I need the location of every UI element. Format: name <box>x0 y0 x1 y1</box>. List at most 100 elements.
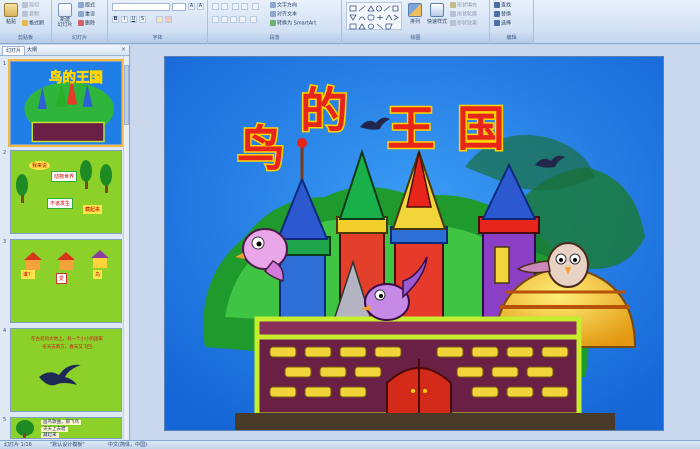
ribbon: 粘贴 剪切 复制 格式刷 剪贴板 新建 幻灯片 版式 重设 删除 幻灯片 A A… <box>0 0 700 44</box>
italic-button[interactable]: I <box>121 16 128 23</box>
line-spacing-icon[interactable] <box>252 3 259 10</box>
paste-label: 粘贴 <box>5 19 16 25</box>
bullets-icon[interactable] <box>212 3 219 10</box>
slide-thumbnail-5[interactable]: 画鸟歌曲，那飞鸟 天天上去唱 藏起来 <box>10 417 122 439</box>
thumbnail-number: 5 <box>3 417 7 423</box>
shapes-gallery-icon <box>349 5 399 30</box>
grow-font-button[interactable]: A <box>188 3 195 10</box>
powerpoint-window: 粘贴 剪切 复制 格式刷 剪贴板 新建 幻灯片 版式 重设 删除 幻灯片 A A… <box>0 0 700 449</box>
text-direction-button[interactable]: 文字方向 <box>270 2 297 10</box>
font-color-icon[interactable] <box>165 16 172 23</box>
align-text-icon <box>270 11 276 17</box>
align-text-button[interactable]: 对齐文本 <box>270 11 297 19</box>
new-slide-button[interactable]: 新建 幻灯片 <box>55 3 75 28</box>
new-slide-icon <box>58 3 72 17</box>
select-button[interactable]: 选择 <box>494 20 511 28</box>
thumbnail-5-tree <box>16 420 34 438</box>
slide-thumbnail-4[interactable]: 在古老的大地上，有一个小小的国家 冬天去南方，春天又飞回 <box>10 328 122 412</box>
cut-button[interactable]: 剪切 <box>22 2 39 10</box>
thumbnail-3-houses <box>24 250 109 270</box>
layout-icon <box>78 2 84 8</box>
highlight-icon[interactable] <box>156 16 163 23</box>
thumbnail-4-swallow <box>39 364 81 386</box>
current-slide[interactable]: 鸟 的 王 国 <box>164 56 664 431</box>
format-painter-button[interactable]: 格式刷 <box>22 20 44 28</box>
arrange-button[interactable]: 排列 <box>406 3 424 25</box>
font-size-combo[interactable] <box>172 3 186 11</box>
slides-group: 新建 幻灯片 版式 重设 删除 幻灯片 <box>52 0 108 44</box>
thumbnail-1-picture: 鸟的王国 <box>11 62 121 144</box>
thumbnail-2-trees <box>16 160 112 203</box>
slide-thumbnail-2[interactable]: 我来说 动物世界 不该发生 藏起来 <box>10 150 122 234</box>
quick-styles-button[interactable]: 快速样式 <box>426 3 448 25</box>
binoculars-icon <box>494 2 500 8</box>
tab-slides[interactable]: 幻灯片 <box>2 46 26 55</box>
drawing-group: 排列 快速样式 形状填充 形状轮廓 形状效果 绘图 <box>342 0 490 44</box>
theme-name: "默认设计模板" <box>50 442 85 448</box>
bold-button[interactable]: B <box>112 16 119 23</box>
decrease-indent-icon[interactable] <box>232 3 239 10</box>
thumbnail-number: 2 <box>3 150 7 156</box>
replace-icon <box>494 11 500 17</box>
shape-effects-button[interactable]: 形状效果 <box>450 20 477 28</box>
shrink-font-button[interactable]: A <box>197 3 204 10</box>
copy-button[interactable]: 复制 <box>22 11 39 19</box>
cursor-icon <box>494 20 500 26</box>
fill-icon <box>450 2 456 8</box>
clipboard-group-label: 剪贴板 <box>0 34 51 43</box>
quick-styles-icon <box>430 3 444 17</box>
copy-icon <box>22 11 28 17</box>
paragraph-group-label: 段落 <box>208 34 341 43</box>
delete-icon <box>78 20 84 26</box>
reset-button[interactable]: 重设 <box>78 11 95 19</box>
align-center-icon[interactable] <box>221 16 228 23</box>
find-button[interactable]: 查找 <box>494 2 511 10</box>
smartart-button[interactable]: 转换为 SmartArt <box>270 20 316 28</box>
close-panel-icon[interactable]: × <box>121 46 126 53</box>
scissors-icon <box>22 2 28 8</box>
editing-group: 查找 替换 选择 编辑 <box>490 0 534 44</box>
shape-outline-button[interactable]: 形状轮廓 <box>450 11 477 19</box>
title-char-1: 鸟 <box>237 121 285 177</box>
numbering-icon[interactable] <box>221 3 228 10</box>
title-char-4: 国 <box>457 101 505 157</box>
panel-tabs: 幻灯片 大纲 × <box>0 45 129 56</box>
paste-button[interactable]: 粘贴 <box>3 3 19 25</box>
slide-canvas: 鸟 的 王 国 <box>131 45 700 440</box>
tab-outline[interactable]: 大纲 <box>24 46 40 55</box>
font-group: A A B I U S 字体 <box>108 0 208 44</box>
underline-button[interactable]: U <box>130 16 137 23</box>
strikethrough-button[interactable]: S <box>139 16 146 23</box>
slides-group-label: 幻灯片 <box>52 34 107 43</box>
layout-button[interactable]: 版式 <box>78 2 95 10</box>
arrange-icon <box>408 3 422 17</box>
smartart-icon <box>270 20 276 26</box>
font-name-combo[interactable] <box>112 3 170 11</box>
paste-icon <box>4 3 18 17</box>
new-slide-label: 新建 幻灯片 <box>57 17 73 28</box>
slide-thumbnail-1[interactable]: 鸟的王国 <box>8 59 124 147</box>
panel-scroll-thumb[interactable] <box>124 65 129 125</box>
delete-slide-button[interactable]: 删除 <box>78 20 95 28</box>
thumbnail-number: 4 <box>3 328 7 334</box>
shapes-gallery[interactable] <box>346 2 402 30</box>
replace-button[interactable]: 替换 <box>494 11 511 19</box>
svg-text:鸟的王国: 鸟的王国 <box>49 69 103 86</box>
justify-icon[interactable] <box>239 16 246 23</box>
thumbnail-number: 1 <box>3 61 7 67</box>
slide-thumbnail-3[interactable]: 谁？ 爱 鸟 <box>10 239 122 323</box>
panel-scrollbar[interactable] <box>123 57 129 439</box>
shape-fill-button[interactable]: 形状填充 <box>450 2 477 10</box>
align-right-icon[interactable] <box>230 16 237 23</box>
thumbnail-number: 3 <box>3 239 7 245</box>
columns-icon[interactable] <box>250 16 257 23</box>
text-direction-icon <box>270 2 276 8</box>
drawing-group-label: 绘图 <box>342 34 489 43</box>
brush-icon <box>22 20 28 26</box>
slide-counter: 幻灯片 1/16 <box>4 442 32 448</box>
outline-icon <box>450 11 456 17</box>
paragraph-group: 文字方向 对齐文本 转换为 SmartArt 段落 <box>208 0 342 44</box>
status-bar: 幻灯片 1/16 "默认设计模板" 中文(简体，中国) <box>0 440 700 449</box>
increase-indent-icon[interactable] <box>241 3 248 10</box>
align-left-icon[interactable] <box>212 16 219 23</box>
